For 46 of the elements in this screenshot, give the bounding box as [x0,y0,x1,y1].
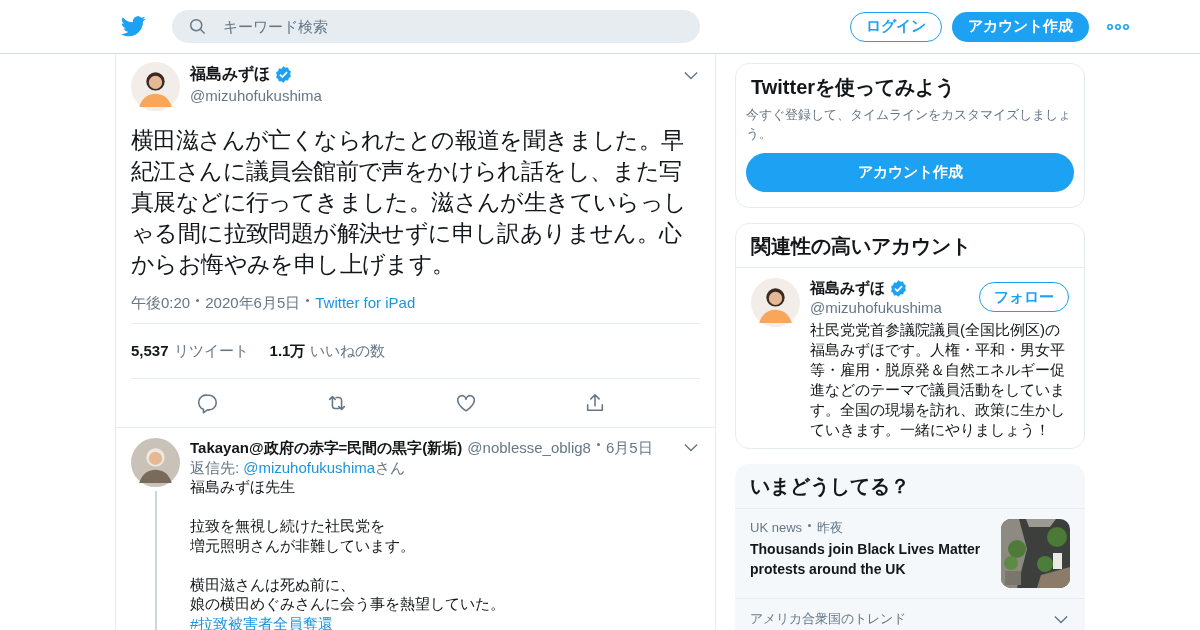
reply-text-line: 福島みずほ先生 [190,477,295,497]
display-name[interactable]: 福島みずほ [190,62,270,86]
tweet-text: 横田滋さんが亡くなられたとの報道を聞きました。早紀江さんに議員会館前で声をかけられ話をし、また写真展などに行ってきました。滋さんが生きていらっしゃる間に拉致問題が解決せずに申し訳ありません。心からお悔やみを申し上げます。 [131,126,688,279]
news-time: 昨夜 [817,519,844,537]
tweet-time: 午後0:20 [131,293,191,313]
retweet-count: 5,537 [131,340,169,361]
tweet-date: 2020年6月5日 [205,293,301,313]
reply-text-line: 増元照明さんが非難しています。 [190,535,415,555]
chevron-down-icon[interactable] [1054,614,1068,624]
search-field[interactable]: キーワード検索 [172,10,700,43]
reply-to-label: 返信先: [190,457,240,477]
like-count: 1.1万 [269,340,306,361]
card-title: 関連性の高いアカウント [736,224,1084,268]
avatar[interactable] [131,62,180,111]
card-text: 今すぐ登録して、タイムラインをカスタマイズしましょう。 [746,106,1072,143]
user-handle[interactable]: @noblesse_oblig8 [467,438,591,458]
like-label[interactable]: いいねの数 [310,339,386,363]
signup-button[interactable]: アカウント作成 [746,153,1074,192]
more-icon[interactable] [1107,23,1129,30]
card-title: いまどうしてる？ [735,464,1085,509]
card-title: Twitterを使ってみよう [751,75,957,100]
user-handle[interactable]: @mizuhofukushima [810,298,942,318]
display-name[interactable]: 福島みずほ [810,278,885,298]
avatar[interactable] [751,278,800,327]
signup-button[interactable]: アカウント作成 [952,11,1089,42]
news-category: UK news [750,519,803,537]
heart-icon[interactable] [455,392,478,414]
user-handle[interactable]: @mizuhofukushima [190,86,684,106]
tweet-date[interactable]: 6月5日 [605,438,653,458]
retweet-label[interactable]: リツイート [173,339,249,363]
mention-link[interactable]: @mizuhofukushima [243,457,376,477]
news-item[interactable]: UK news 昨夜 Thousands join Black Lives Matter protests around the UK [735,509,1085,599]
bird-logo-icon[interactable] [121,16,146,37]
account-bio: 社民党党首参議院議員(全国比例区)の福島みずほです。人権・平和・男女平等・雇用・脱原発＆自然エネルギー促進などのテーマで議員活動をしています。全国の現場を訪れ、政策に生かしていきます。一緒にやりましょう！ [810,320,1066,440]
reply-icon[interactable] [196,392,219,414]
source-link[interactable]: Twitter for iPad [315,293,416,313]
display-name[interactable]: Takayan@政府の赤字=民間の黒字(新垢) [190,438,463,458]
news-headline: Thousands join Black Lives Matter protests around the UK [750,540,982,579]
reply-to-suffix: さん [375,457,406,477]
chevron-down-icon[interactable] [684,443,698,453]
reply-text-line: 娘の横田めぐみさんに会う事を熱望していた。 [190,594,505,614]
trends-heading: アメリカ合衆国のトレンド [750,610,906,629]
reply-text-line: 横田滋さんは死ぬ前に、 [190,574,355,594]
reply-text-line: 拉致を無視し続けた社民党を [190,516,385,536]
chevron-down-icon[interactable] [684,71,698,80]
search-icon [189,18,206,35]
